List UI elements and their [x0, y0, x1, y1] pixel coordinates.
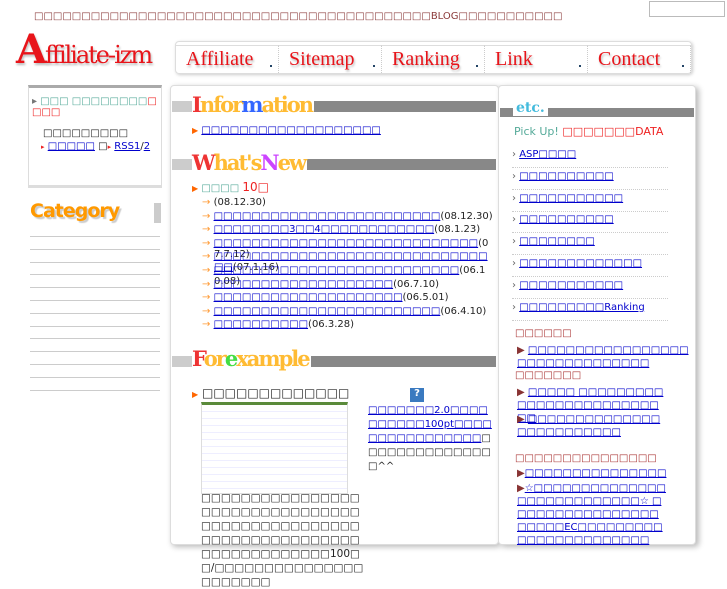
panel-link[interactable]: □□□□□: [48, 141, 95, 152]
news-label: □□□□: [201, 183, 240, 194]
pickup-item: □□□□□□□□□□: [512, 214, 668, 234]
news-link[interactable]: □□□□□□□□□□□□□□□□□□□□: [214, 292, 403, 303]
pickup-title: □□□□□□□DATA: [562, 125, 664, 138]
nav-affiliate[interactable]: Affiliate: [176, 45, 279, 73]
news-item: □□□□□□□□3□□4□□□□□□□□□□□□(08.1.23): [214, 224, 494, 235]
news-item: □□□□□□□□□□□□□□□□□□□(06.7.10): [214, 279, 494, 290]
site-tagline: □□□□□□□□□□□□□□□□□□□□□□□□□□□□□□□□□□□□□□□□…: [34, 11, 563, 22]
pickup-link[interactable]: □□□□□□□□□□□□□: [519, 258, 642, 269]
pickup-item: □□□□□□□□□Ranking: [512, 302, 668, 321]
right-link-5[interactable]: ☆□□□□□□□□□□□□□□□□□□□□□□□□□□□☆ □□□□□□□□□□…: [517, 483, 666, 546]
pickup-item: □□□□□□□□□□□: [512, 193, 668, 212]
category-item[interactable]: [30, 325, 160, 327]
news-link[interactable]: □□□□□□□□□□: [214, 319, 308, 330]
news-date: (06.3.28): [308, 319, 355, 331]
pickup-link[interactable]: □□□□□□□□: [519, 236, 595, 247]
pickup-item: □□□□□□□□□□: [512, 171, 668, 190]
nav-link[interactable]: Link: [485, 45, 588, 73]
example-side-link[interactable]: □□□□□□□2.0□□□□□□□□□□100pt□□□□□□□□□□□□□□□…: [368, 405, 492, 444]
news-date: (06.5.01): [402, 292, 449, 304]
right-link-1[interactable]: □□□□□□□□□□□□□□□□□□□□□□□□□□□□□□□: [517, 345, 689, 369]
category-item[interactable]: [30, 376, 160, 378]
main-nav: Affiliate Sitemap Ranking Link Contact: [175, 41, 692, 74]
category-item[interactable]: [30, 248, 160, 250]
news-date: (06.4.10): [440, 305, 487, 317]
category-item[interactable]: [30, 351, 160, 353]
category-item[interactable]: [30, 261, 160, 263]
news-count: 10□: [242, 180, 269, 194]
example-body: □□□□□□□□□□□□□□□□□□□□□□□□□□□□□□□□□□□□□□□□…: [201, 492, 364, 588]
category-item[interactable]: [30, 274, 160, 276]
blog-ranking-screenshot[interactable]: [201, 402, 348, 494]
pickup-item: □□□□□□□□□□□: [512, 280, 668, 299]
category-item[interactable]: [30, 287, 160, 289]
panel-subtitle: □□□□□□□□□: [43, 128, 129, 139]
right-link-3[interactable]: □□□□□□□□□□□□□□□□□□□□□□□□□: [517, 414, 660, 438]
information-heading: Information: [192, 92, 314, 117]
rss1-link[interactable]: RSS1: [114, 141, 140, 152]
left-info-panel: ▸ □□□ □□□□□□□□□□□□ □□□□□□□□□ ▸ □□□□□ □▸ …: [28, 85, 162, 188]
info-item[interactable]: □□□□□□□□□□□□□□□□□□□: [201, 125, 381, 136]
example-heading: Forexample: [192, 346, 311, 371]
pickup-link[interactable]: □□□□□□□□□□: [519, 171, 613, 182]
category-item[interactable]: [30, 338, 160, 340]
nav-contact[interactable]: Contact: [588, 45, 691, 73]
news-date: (06.7.10): [393, 278, 440, 290]
news-item: □□□□□□□□□□□□□□□□□□□□(06.5.01): [214, 292, 494, 303]
pickup-label: Pick Up!: [514, 125, 559, 138]
section-heading-1: □□□□□□: [515, 328, 572, 339]
etc-heading: etc.: [513, 100, 548, 116]
pickup-link[interactable]: ASP□□□□: [519, 149, 576, 160]
pickup-link[interactable]: □□□□□□□□□Ranking: [519, 302, 644, 313]
help-icon[interactable]: ?: [410, 388, 424, 402]
category-heading: Category: [30, 200, 120, 222]
pickup-link[interactable]: □□□□□□□□□□□: [519, 193, 623, 204]
section-heading-3: □□□□□□□□□□□□□□□: [515, 453, 657, 464]
nav-ranking[interactable]: Ranking: [382, 45, 485, 73]
rss2-link[interactable]: 2: [144, 141, 150, 152]
category-item[interactable]: [30, 389, 160, 391]
news-link[interactable]: □□□□□□□□□□□□□□□□□□□□□□□□: [214, 211, 441, 222]
news-item: □□□□□□□□□□□□□□□□□□□□□□□□(08.12.30): [214, 211, 494, 222]
panel-title: □□□ □□□□□□□□: [40, 96, 148, 107]
news-link[interactable]: □□□□□□□□□□□□□□□□□□□□□□□□: [214, 306, 441, 317]
news-date: (08.12.30): [213, 197, 266, 208]
news-link[interactable]: □□□□□□□□□□□□□□□□□□□: [214, 279, 394, 290]
news-item: (08.12.30): [214, 197, 494, 208]
news-link[interactable]: □□□□□□□□3□□4□□□□□□□□□□□□: [214, 224, 435, 235]
separator: □: [98, 141, 108, 152]
pickup-link[interactable]: □□□□□□□□□□: [519, 214, 613, 225]
pickup-item: □□□□□□□□□□□□□: [512, 258, 668, 277]
pickup-item: □□□□□□□□: [512, 236, 668, 256]
pickup-item: ASP□□□□: [512, 149, 668, 168]
category-item[interactable]: [30, 364, 160, 365]
section-heading-2: □□□□□□□: [515, 370, 582, 381]
nav-sitemap[interactable]: Sitemap: [279, 45, 382, 73]
category-item[interactable]: [30, 300, 160, 301]
search-input[interactable]: [649, 1, 725, 17]
category-item[interactable]: [30, 236, 160, 237]
right-link-4[interactable]: □□□□□□□□□□□□□□□: [525, 468, 667, 479]
whatsnew-heading: What'sNew: [192, 150, 307, 175]
site-logo[interactable]: Affiliate-izm: [16, 26, 153, 73]
news-date: (08.12.30): [440, 210, 493, 222]
news-link[interactable]: □□□□□□□□□□□□□□□□□□□□□□□□□□: [214, 265, 460, 276]
example-title: □□□□□□□□□□□□□: [201, 386, 350, 400]
news-link[interactable]: □□□□□□□□□□□□□□□□□□□□□□□□□□□□: [214, 238, 479, 249]
category-toggle[interactable]: [154, 203, 161, 223]
news-date: (08.1.23): [434, 224, 481, 236]
category-item[interactable]: [30, 312, 160, 314]
news-item: □□□□□□□□□□□□□□□□□□□□□□□□(06.4.10): [214, 306, 494, 317]
pickup-link[interactable]: □□□□□□□□□□□: [519, 280, 623, 291]
news-item: □□□□□□□□□□(06.3.28): [214, 319, 494, 330]
